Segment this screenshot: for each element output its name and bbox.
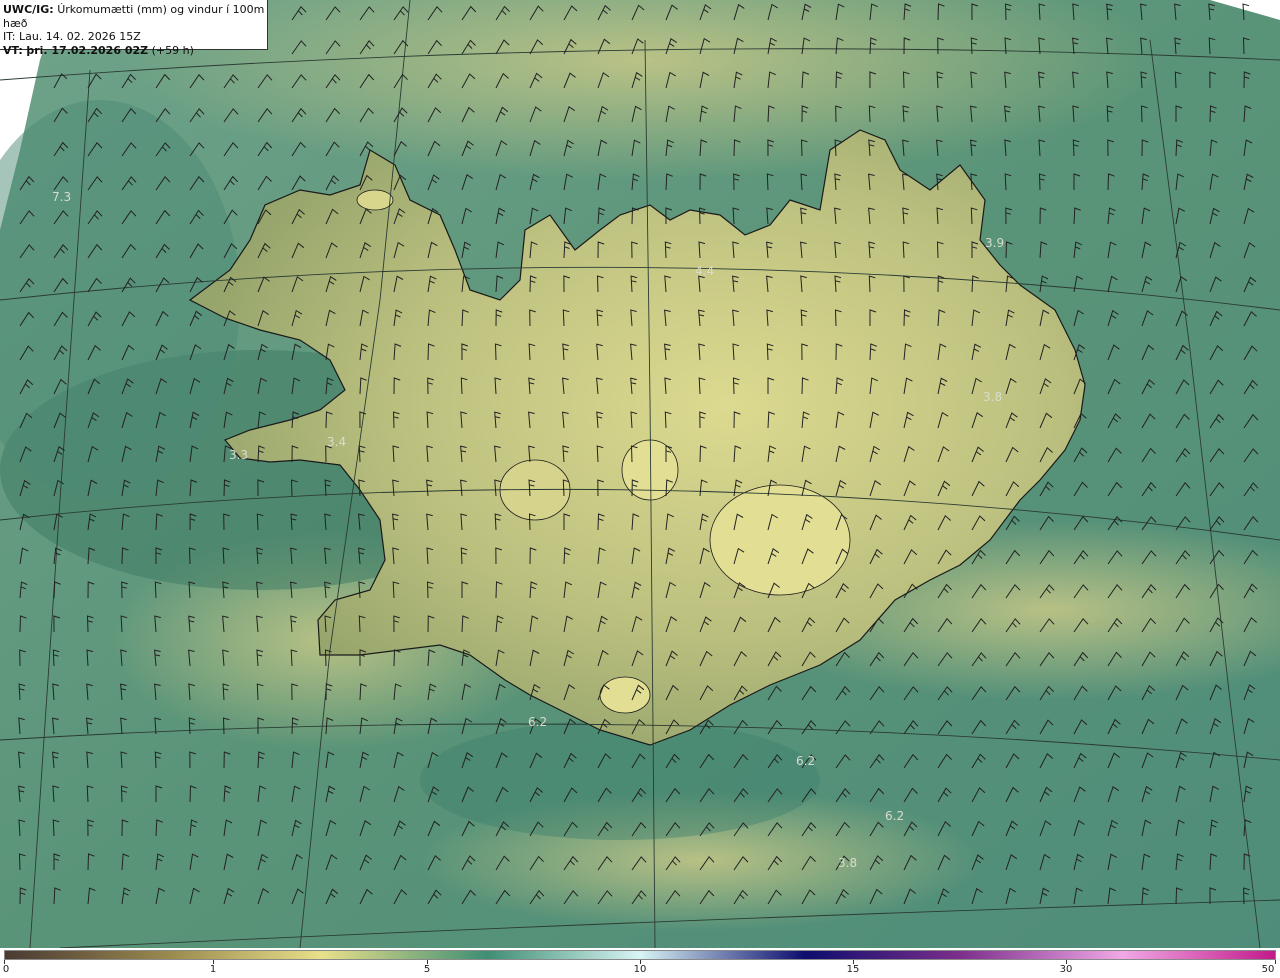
- valid-line: VT: þri. 17.02.2026 02Z (+59 h): [3, 44, 267, 58]
- weather-map: 7.3 3.4 3.3 4.4 3.9 3.8 6.2 6.2 6.2 3.8: [0, 0, 1280, 948]
- value-label: 3.9: [985, 236, 1004, 250]
- value-label: 6.2: [528, 715, 547, 729]
- color-legend: 0 1 5 10 15 30 50: [0, 948, 1280, 978]
- glacier-drangajokull: [356, 189, 394, 211]
- value-label: 3.3: [229, 448, 248, 462]
- value-label: 3.8: [838, 856, 857, 870]
- model-name: UWC/IG:: [3, 3, 54, 16]
- legend-tick: [1275, 960, 1276, 964]
- title-line: UWC/IG: Úrkomumætti (mm) og vindur í 100…: [3, 3, 267, 30]
- legend-label-1: 1: [209, 964, 217, 975]
- info-box: UWC/IG: Úrkomumætti (mm) og vindur í 100…: [0, 0, 268, 57]
- init-time: Lau. 14. 02. 2026 15Z: [18, 30, 141, 43]
- legend-label-10: 10: [633, 964, 647, 975]
- value-label: 7.3: [52, 190, 71, 204]
- value-label: 3.4: [327, 435, 346, 449]
- legend-label-30: 30: [1059, 964, 1073, 975]
- legend-colorbar: [4, 950, 1276, 960]
- legend-label-0: 0: [2, 964, 10, 975]
- legend-label-15: 15: [846, 964, 860, 975]
- valid-time: þri. 17.02.2026 02Z: [26, 43, 149, 57]
- init-prefix: IT:: [3, 30, 16, 43]
- lead-time: (+59 h): [151, 43, 194, 57]
- value-label: 4.4: [695, 264, 714, 278]
- value-label: 6.2: [885, 809, 904, 823]
- legend-label-5: 5: [423, 964, 431, 975]
- glacier-myrdalsjokull: [599, 676, 651, 714]
- legend-label-50: 50: [1261, 964, 1275, 975]
- glacier-vatnajokull: [709, 484, 851, 596]
- valid-prefix: VT:: [3, 43, 23, 57]
- value-label: 3.8: [983, 390, 1002, 404]
- dark-sea-south: [420, 720, 820, 840]
- init-line: IT: Lau. 14. 02. 2026 15Z: [3, 30, 267, 44]
- value-label: 6.2: [796, 754, 815, 768]
